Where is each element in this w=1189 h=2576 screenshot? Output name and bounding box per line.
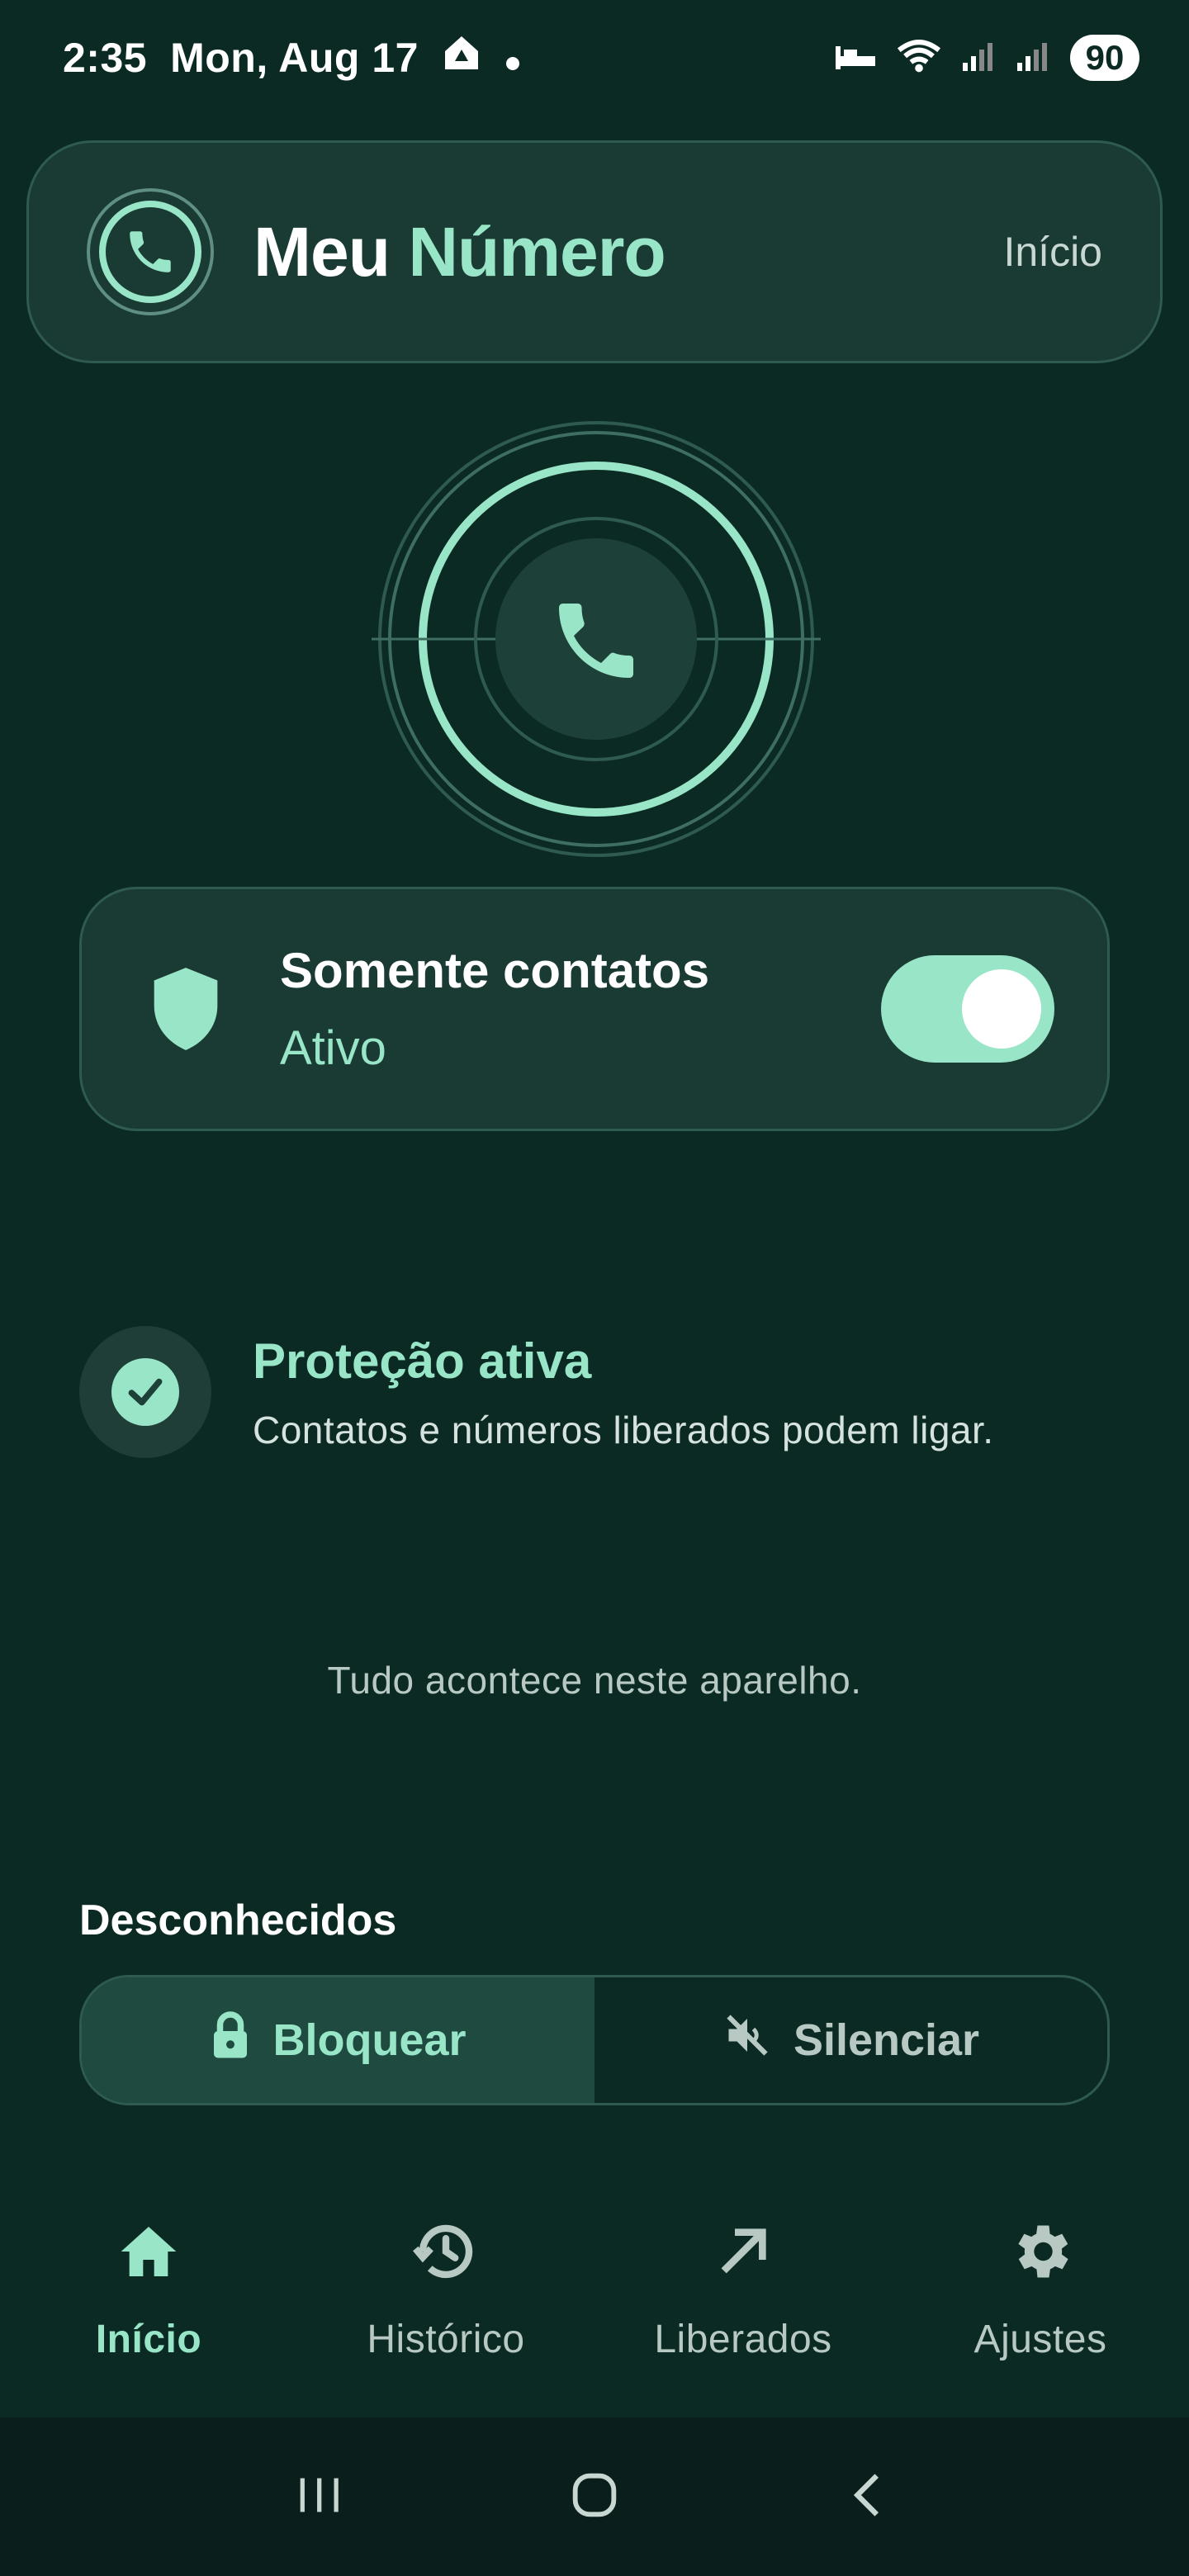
protection-subtitle: Contatos e números liberados podem ligar… (253, 1408, 994, 1451)
volume-off-icon (722, 2010, 772, 2071)
contacts-only-toggle[interactable] (881, 955, 1054, 1063)
notification-dot-icon (504, 34, 521, 82)
contacts-only-title: Somente contatos (280, 943, 710, 998)
protection-title: Proteção ativa (253, 1333, 592, 1389)
home-notification-icon (442, 33, 481, 83)
nav-label-settings: Ajustes (973, 2318, 1107, 2361)
recent-apps-icon[interactable] (291, 2466, 348, 2528)
arrow-up-right-icon (706, 2214, 780, 2289)
contacts-only-card: Somente contatos Ativo (79, 887, 1110, 1131)
bottom-navigation: Início Histórico Liberados Ajustes (0, 2186, 1189, 2417)
status-time: 2:35 (63, 35, 148, 81)
status-date: Mon, Aug 17 (170, 35, 419, 81)
silence-option-label: Silenciar (793, 2015, 980, 2065)
nav-item-allowed[interactable]: Liberados (594, 2186, 892, 2417)
unknown-section-label: Desconhecidos (79, 1896, 397, 1944)
nav-item-history[interactable]: Histórico (297, 2186, 594, 2417)
home-button-icon[interactable] (566, 2466, 623, 2528)
check-circle-icon (79, 1326, 211, 1458)
home-link[interactable]: Início (1003, 228, 1102, 276)
nav-label-history: Histórico (367, 2318, 525, 2361)
home-icon (111, 2214, 186, 2289)
system-navigation-bar (0, 2417, 1189, 2576)
signal-icon (961, 40, 997, 77)
nav-item-home[interactable]: Início (0, 2186, 297, 2417)
history-icon (409, 2214, 483, 2289)
toggle-knob (962, 969, 1041, 1049)
contacts-only-status: Ativo (280, 1021, 386, 1075)
silence-option-button[interactable]: Silenciar (594, 1977, 1107, 2103)
nav-label-allowed: Liberados (654, 2318, 832, 2361)
unknown-mode-selector: Bloquear Silenciar (79, 1975, 1110, 2105)
gear-icon (1003, 2214, 1078, 2289)
battery-indicator: 90 (1070, 35, 1139, 81)
lock-icon (210, 2010, 251, 2071)
shield-icon (148, 964, 224, 1054)
nav-item-settings[interactable]: Ajustes (892, 2186, 1189, 2417)
protection-status: Proteção ativa Contatos e números libera… (79, 1326, 1120, 1458)
app-title: Meu Número (253, 212, 666, 291)
block-option-label: Bloquear (272, 2015, 467, 2065)
wifi-icon (895, 38, 943, 78)
app-header: Meu Número Início (26, 140, 1163, 363)
block-option-button[interactable]: Bloquear (82, 1977, 594, 2103)
signal-icon-2 (1016, 40, 1052, 77)
back-icon[interactable] (841, 2466, 898, 2528)
status-bar: 2:35 Mon, Aug 17 90 (0, 0, 1189, 116)
protection-emblem (363, 419, 826, 865)
phone-icon (547, 591, 646, 694)
phone-logo-icon (87, 188, 214, 315)
device-note: Tudo acontece neste aparelho. (327, 1659, 862, 1702)
nav-label-home: Início (95, 2318, 202, 2361)
sleep-mode-icon (834, 40, 877, 77)
